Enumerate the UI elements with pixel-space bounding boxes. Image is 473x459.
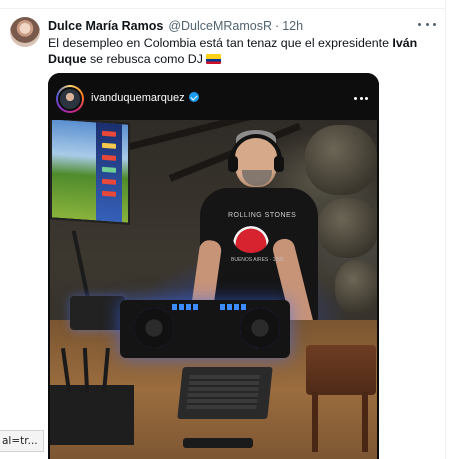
header-separator: ·: [275, 19, 280, 33]
router: [50, 385, 134, 445]
wall-tv: [50, 120, 130, 225]
right-gutter: [446, 0, 473, 459]
rolling-stones-tongue-icon: [233, 223, 269, 253]
more-horizontal-icon[interactable]: [418, 17, 436, 31]
status-url-bar: al=tr...: [0, 430, 44, 452]
dj-mixer: [70, 296, 125, 330]
shirt-text: ROLLING STONES: [228, 212, 297, 219]
dj-photo: ROLLING STONES BUENOS AIRES · 1995: [50, 120, 377, 459]
tweet-text-start: El desempleo en Colombia está tan tenaz …: [48, 36, 393, 50]
embedded-media[interactable]: ivanduquemarquez ROLLING STONES BUENOS A…: [48, 73, 379, 459]
instagram-more-icon: [354, 97, 368, 101]
instagram-username: ivanduquemarquez: [91, 92, 199, 104]
author-avatar[interactable]: [10, 17, 40, 47]
embedded-post-header: ivanduquemarquez: [48, 73, 379, 120]
colombia-flag-icon: [205, 53, 221, 64]
tweet-timestamp[interactable]: 12h: [282, 19, 303, 33]
laptop: [177, 367, 273, 419]
tweet-text: El desempleo en Colombia está tan tenaz …: [48, 36, 440, 67]
wooden-chair: [306, 345, 376, 395]
tweet-header: Dulce María Ramos @DulceMRamosR · 12h: [48, 17, 303, 35]
tweet-text-end: se rebusca como DJ: [86, 51, 203, 66]
author-name[interactable]: Dulce María Ramos: [48, 19, 163, 33]
verified-badge-icon: [188, 92, 199, 102]
remote-control: [183, 438, 253, 448]
instagram-username-text: ivanduquemarquez: [91, 92, 185, 104]
top-divider: [0, 8, 445, 9]
shirt-subtext: BUENOS AIRES · 1995: [231, 257, 284, 263]
author-handle[interactable]: @DulceMRamosR: [168, 19, 272, 33]
instagram-avatar: [56, 85, 84, 113]
